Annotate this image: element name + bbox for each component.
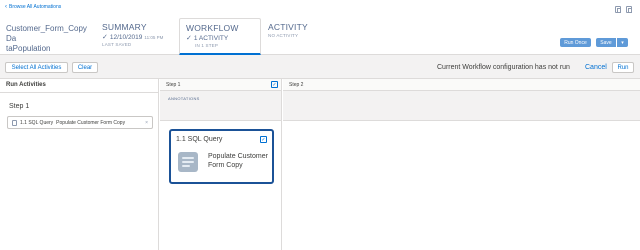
- annotations-label: ANNOTATIONS: [160, 91, 281, 121]
- sql-query-activity-card[interactable]: 1.1 SQL Query ✓ Populate Customer Form C…: [169, 129, 274, 184]
- save-menu-chevron-down-icon[interactable]: ▾: [617, 38, 628, 47]
- activity-item-number: 1.1 SQL Query: [20, 119, 54, 126]
- step-1-label: Step 1: [9, 103, 30, 110]
- sql-query-icon: [178, 152, 198, 172]
- last-saved-date: 12/10/2019: [109, 33, 143, 41]
- copy-icon[interactable]: [615, 6, 621, 13]
- activity-status: NO ACTIVITY: [268, 33, 299, 38]
- automation-header: ‹ Browse All Automations Customer_Form_C…: [0, 0, 640, 55]
- tab-activity[interactable]: ACTIVITY NO ACTIVITY: [262, 18, 332, 55]
- tab-summary-title: SUMMARY: [102, 22, 147, 32]
- cancel-link[interactable]: Cancel: [585, 64, 607, 71]
- tab-workflow[interactable]: WORKFLOW ✓ 1 ACTIVITY IN 1 STEP: [179, 18, 261, 55]
- check-icon: ✓: [186, 35, 192, 42]
- browse-all-automations-link[interactable]: ‹ Browse All Automations: [5, 3, 62, 11]
- step-1-checkbox-check-icon[interactable]: ✓: [271, 81, 278, 88]
- back-link-label: Browse All Automations: [9, 4, 62, 10]
- card-checkbox-check-icon[interactable]: ✓: [260, 136, 267, 143]
- step-count: IN 1 STEP: [195, 43, 219, 48]
- tab-workflow-title: WORKFLOW: [186, 23, 239, 33]
- close-icon[interactable]: ×: [145, 120, 148, 126]
- last-saved-label: LAST SAVED: [102, 42, 132, 47]
- workflow-status-text: Current Workflow configuration has not r…: [437, 64, 570, 71]
- run-activities-panel: Run Activities Step 1 1.1 SQL Query Popu…: [0, 79, 159, 250]
- sql-query-icon: [12, 119, 17, 126]
- annotations-area: [283, 91, 640, 121]
- last-saved-time: 11:05 PM: [144, 34, 164, 40]
- selected-activity-item[interactable]: 1.1 SQL Query Populate Customer Form Cop…: [7, 116, 153, 129]
- run-button[interactable]: Run: [612, 62, 634, 73]
- duplicate-icon[interactable]: [626, 6, 632, 13]
- run-toolbar: Select All Activities Clear Current Work…: [0, 55, 640, 79]
- step-2-header: Step 2: [283, 79, 640, 91]
- tab-summary[interactable]: SUMMARY ✓ 12/10/2019 11:05 PM LAST SAVED: [96, 18, 178, 55]
- activity-count: 1 ACTIVITY: [193, 34, 229, 42]
- save-button[interactable]: Save: [596, 38, 616, 47]
- tab-activity-title: ACTIVITY: [268, 22, 308, 32]
- automation-name[interactable]: Customer_Form_CopyDa taPopulation: [6, 24, 88, 54]
- run-activities-title: Run Activities: [0, 79, 158, 93]
- step-1-header: Step 1 ✓: [160, 79, 281, 91]
- select-all-activities-button[interactable]: Select All Activities: [5, 62, 68, 73]
- check-icon: ✓: [102, 34, 108, 41]
- card-title: 1.1 SQL Query: [176, 136, 223, 143]
- chevron-left-icon: ‹: [5, 3, 7, 10]
- step-2-column: Step 2: [283, 79, 640, 250]
- activity-item-name: Populate Customer Form Copy: [56, 119, 126, 126]
- clear-button[interactable]: Clear: [72, 62, 98, 73]
- run-once-button[interactable]: Run Once: [560, 38, 591, 47]
- card-activity-name: Populate Customer Form Copy: [208, 153, 268, 169]
